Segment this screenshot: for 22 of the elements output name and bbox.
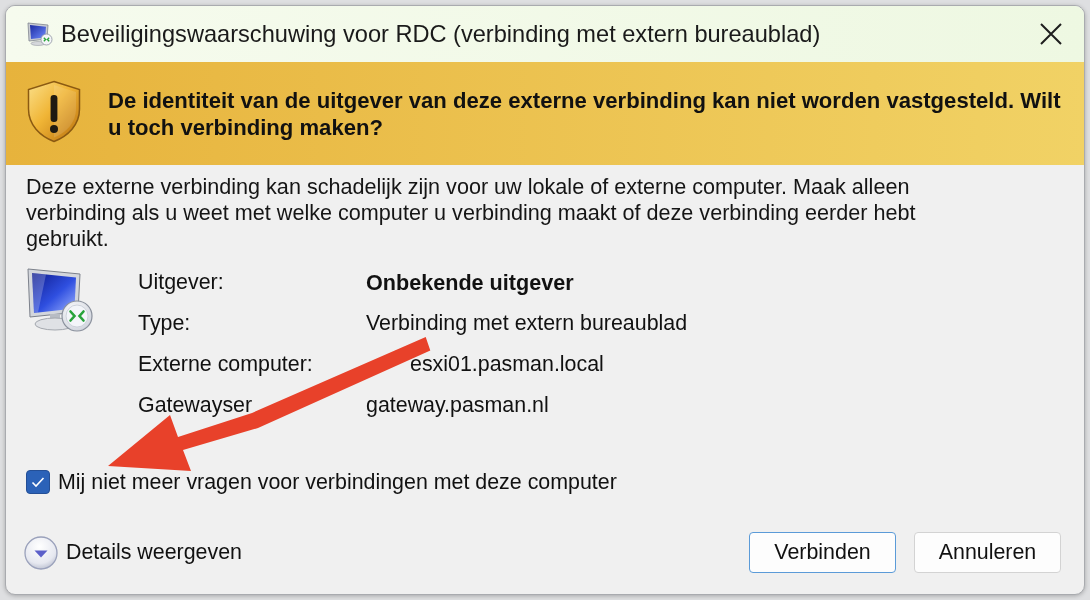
property-label: Type: [138, 311, 191, 336]
description-text: Deze externe verbinding kan schadelijk zijn voor uw lokale of externe computer. Maak alleen verbinding als u weet met welke computer u verbinding maakt of deze verbinding eerder hebt gebruikt. [26, 174, 917, 252]
warning-shield-icon [27, 80, 81, 143]
check-icon [31, 476, 45, 488]
property-label: Uitgever: [138, 270, 224, 295]
property-value: gateway.pasman.nl [366, 393, 549, 418]
close-icon [1040, 23, 1062, 45]
property-label: Externe computer: [138, 352, 313, 377]
property-value: esxi01.pasman.local [410, 352, 604, 377]
details-toggle[interactable]: Details weergeven [24, 535, 242, 570]
window-title: Beveiligingswaarschuwing voor RDC (verbinding met extern bureaublad) [61, 20, 822, 48]
monitor-icon [27, 22, 53, 46]
dialog-button[interactable]: Annuleren [914, 532, 1061, 573]
monitor-icon [26, 267, 94, 333]
warning-message: De identiteit van de uitgever van deze externe verbinding kan niet worden vastgesteld. Wilt u toch verbinding maken? [108, 86, 1062, 141]
checkbox[interactable] [26, 470, 50, 494]
property-label: Gatewayser [138, 393, 253, 418]
property-value: Verbinding met extern bureaublad [366, 311, 688, 336]
dialog-button[interactable]: Verbinden [749, 532, 896, 573]
expand-icon [24, 535, 58, 570]
checkbox-label[interactable]: Mij niet meer vragen voor verbindingen met deze computer [58, 469, 617, 495]
property-value: Onbekende uitgever [366, 269, 574, 296]
